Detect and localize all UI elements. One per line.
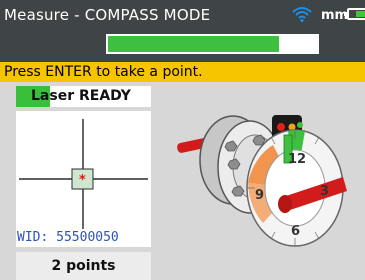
laser-status-text: Laser READY (31, 88, 131, 104)
dial-number-9: 9 (255, 188, 264, 203)
shaft-compass-illustration: 12 3 6 9 (177, 115, 347, 247)
laser-status: Laser READY (16, 86, 151, 107)
dial-number-6: 6 (291, 224, 300, 239)
laser-target-panel: * (16, 111, 151, 247)
device-screen: Measure - COMPASS MODE mm Press ENTER to… (0, 0, 365, 280)
wid-label: WID: 55500050 (17, 230, 119, 245)
header-bar: Measure - COMPASS MODE mm (0, 0, 365, 62)
dial-number-12: 12 (288, 152, 306, 167)
points-count: 2 points (16, 252, 151, 280)
wifi-icon (292, 7, 312, 22)
measurement-progress-bar (106, 34, 319, 54)
svg-text:*: * (79, 173, 86, 188)
progress-fill (108, 36, 280, 52)
instruction-bar: Press ENTER to take a point. (0, 62, 365, 82)
battery-icon (344, 8, 365, 20)
dial-number-3: 3 (320, 184, 329, 199)
crosshair-target-icon: * (19, 119, 148, 229)
instruction-text: Press ENTER to take a point. (4, 64, 203, 80)
screen-title: Measure - COMPASS MODE (4, 6, 211, 24)
